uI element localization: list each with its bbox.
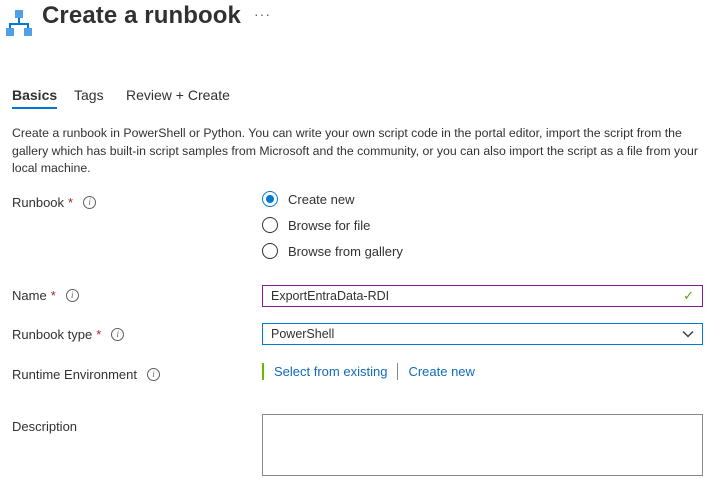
runtime-environment-label-row: Runtime Environment i — [12, 367, 160, 382]
intro-text: Create a runbook in PowerShell or Python… — [12, 126, 698, 175]
divider — [397, 362, 399, 380]
description-label-row: Description — [12, 419, 77, 434]
radio-checked-icon[interactable] — [262, 191, 278, 207]
radio-unchecked-icon[interactable] — [262, 243, 278, 259]
create-runbook-page: Create a runbook ··· Basics Tags Review … — [0, 0, 727, 481]
tab-tags[interactable]: Tags — [74, 87, 104, 109]
radio-label: Browse for file — [288, 217, 371, 233]
runtime-environment-label: Runtime Environment — [12, 367, 137, 382]
name-input[interactable]: ExportEntraData-RDI ✓ — [262, 285, 703, 307]
required-marker: * — [68, 195, 74, 210]
info-icon[interactable]: i — [83, 196, 97, 209]
create-new-link[interactable]: Create new — [408, 364, 474, 379]
radio-label: Create new — [288, 191, 355, 207]
radio-browse-file[interactable]: Browse for file — [262, 217, 370, 233]
runbook-type-dropdown[interactable]: PowerShell — [262, 323, 703, 345]
valid-check-icon: ✓ — [683, 288, 694, 303]
info-icon[interactable]: i — [147, 368, 160, 381]
status-bar — [262, 362, 264, 380]
runbook-type-value: PowerShell — [271, 327, 335, 341]
tab-review-create[interactable]: Review + Create — [126, 87, 230, 109]
radio-unchecked-icon[interactable] — [262, 217, 278, 233]
description-label: Description — [12, 419, 78, 434]
radio-create-new[interactable]: Create new — [262, 191, 354, 207]
required-marker: * — [96, 327, 102, 342]
runbook-type-label-row: Runbook type * i — [12, 327, 125, 342]
select-from-existing-link[interactable]: Select from existing — [274, 364, 387, 379]
runbook-hierarchy-icon — [6, 10, 32, 36]
description-textarea[interactable] — [262, 414, 703, 476]
runbook-label: Runbook — [12, 195, 65, 210]
radio-browse-gallery[interactable]: Browse from gallery — [262, 243, 403, 259]
tab-basics[interactable]: Basics — [12, 87, 58, 109]
info-icon[interactable]: i — [65, 289, 79, 302]
more-options-button[interactable]: ··· — [254, 6, 271, 22]
page-title: Create a runbook — [42, 2, 241, 29]
chevron-down-icon — [682, 331, 694, 338]
runtime-environment-links: Select from existing Create new — [262, 362, 475, 380]
info-icon[interactable]: i — [111, 328, 125, 341]
name-input-value: ExportEntraData-RDI — [271, 289, 390, 303]
name-label: Name — [12, 288, 47, 303]
required-marker: * — [50, 288, 56, 303]
runbook-type-label: Runbook type — [12, 327, 93, 342]
name-label-row: Name * i — [12, 288, 79, 303]
runbook-label-row: Runbook * i — [12, 195, 97, 210]
radio-label: Browse from gallery — [288, 243, 403, 259]
